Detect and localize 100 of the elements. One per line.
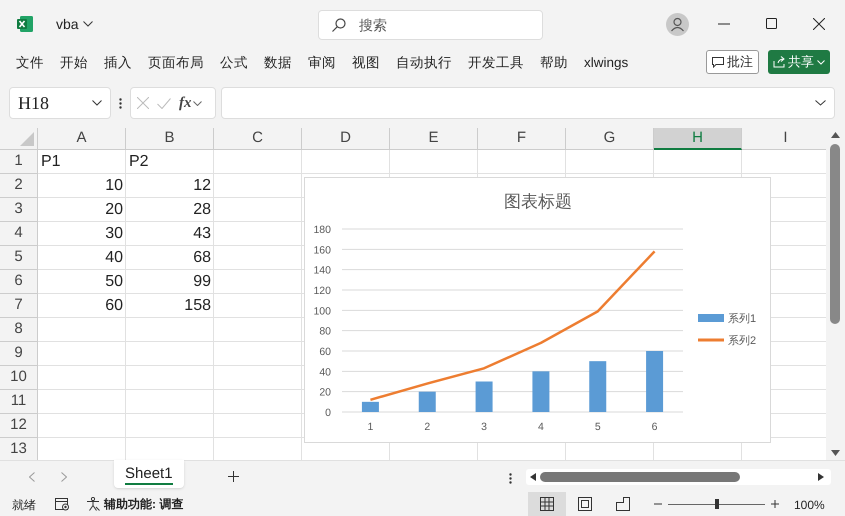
ribbon-tab[interactable]: 插入 xyxy=(96,49,140,77)
row-header[interactable]: 8 xyxy=(0,318,38,342)
axis-tick-label: 3 xyxy=(481,421,487,433)
vertical-scrollbar[interactable] xyxy=(826,128,845,460)
scrollbar-thumb[interactable] xyxy=(830,144,840,324)
column-header[interactable]: C xyxy=(214,128,302,150)
horizontal-scrollbar[interactable] xyxy=(526,469,831,485)
view-button[interactable] xyxy=(528,492,566,516)
accessibility-button[interactable]: 辅助功能: 调查 xyxy=(86,495,184,513)
axis-tick-label: 140 xyxy=(313,264,331,277)
more-options-icon[interactable] xyxy=(119,98,122,108)
chart-bar xyxy=(532,371,550,412)
spreadsheet-app-icon xyxy=(16,15,34,33)
zoom-level[interactable]: 100% xyxy=(794,496,825,514)
check-icon[interactable] xyxy=(157,98,171,108)
row-header[interactable]: 12 xyxy=(0,414,38,438)
chevron-left-icon[interactable] xyxy=(29,472,35,482)
comment-icon xyxy=(712,56,724,68)
workbook-title-menu[interactable]: vba xyxy=(56,14,93,34)
row-header[interactable]: 6 xyxy=(0,270,38,294)
ribbon-tab[interactable]: 开发工具 xyxy=(460,49,532,77)
more-options-icon[interactable] xyxy=(509,473,512,484)
axis-tick-label: 1 xyxy=(368,421,374,433)
chart-area[interactable]: 图表标题 0 20 40 60 80 100 120 140 160 180 1 2 3 4 5 6 系列1 系列2 xyxy=(304,177,771,443)
column-header[interactable]: B xyxy=(126,128,214,150)
axis-tick-label: 4 xyxy=(538,421,544,433)
ribbon-tab[interactable]: xlwings xyxy=(576,49,636,77)
zoom-in-icon[interactable] xyxy=(771,500,779,508)
ribbon-tab[interactable]: 帮助 xyxy=(532,49,576,77)
row-header[interactable]: 3 xyxy=(0,198,38,222)
close-icon[interactable] xyxy=(813,18,825,30)
scrollbar-thumb[interactable] xyxy=(540,472,740,482)
formula-input[interactable] xyxy=(221,87,835,119)
row-header[interactable]: 5 xyxy=(0,246,38,270)
chevron-right-icon[interactable] xyxy=(61,472,67,482)
ribbon-tab[interactable]: 数据 xyxy=(256,49,300,77)
axis-tick-label: 2 xyxy=(424,421,430,433)
sheet-tab[interactable]: Sheet1 xyxy=(114,460,184,488)
ribbon-tab[interactable]: 审阅 xyxy=(300,49,344,77)
chart-title: 图表标题 xyxy=(504,192,572,211)
ribbon-tab[interactable]: 视图 xyxy=(344,49,388,77)
row-header[interactable]: 13 xyxy=(0,438,38,460)
macro-record-icon[interactable] xyxy=(55,497,70,511)
table-cell-text: 20 xyxy=(105,200,123,220)
minimize-icon[interactable] xyxy=(718,23,730,25)
row-header[interactable]: 7 xyxy=(0,294,38,318)
axis-tick-label: 5 xyxy=(594,421,601,433)
scroll-up-icon[interactable] xyxy=(831,132,840,138)
search-field[interactable]: 搜索 xyxy=(318,10,543,40)
legend-label: 系列1 xyxy=(728,313,756,325)
maximize-icon[interactable] xyxy=(766,18,777,29)
axis-tick-label: 80 xyxy=(319,326,331,338)
ribbon-tab[interactable]: 开始 xyxy=(52,49,96,77)
row-header[interactable]: 11 xyxy=(0,390,38,414)
table-cell-text: 28 xyxy=(193,200,211,220)
column-header[interactable]: A xyxy=(38,128,126,150)
scroll-left-icon[interactable] xyxy=(530,473,536,481)
ribbon-tab[interactable]: 文件 xyxy=(8,49,52,77)
legend-label: 系列2 xyxy=(728,335,756,347)
chevron-down-icon xyxy=(192,100,202,106)
search-icon xyxy=(331,17,347,33)
row-header[interactable]: 4 xyxy=(0,222,38,246)
name-box[interactable]: H18 xyxy=(9,87,111,119)
add-sheet-icon[interactable] xyxy=(228,471,239,482)
chevron-down-icon xyxy=(82,21,93,27)
axis-tick-label: 40 xyxy=(319,366,331,378)
ribbon-tab[interactable]: 公式 xyxy=(212,49,256,77)
axis-tick-label: 120 xyxy=(313,285,331,297)
share-button[interactable]: 共享 xyxy=(768,50,830,74)
table-cell-text: 50 xyxy=(105,272,123,292)
accessibility-icon xyxy=(86,497,100,511)
comments-button[interactable]: 批注 xyxy=(706,50,759,74)
ribbon-tab[interactable]: 页面布局 xyxy=(140,49,212,77)
insert-function-button[interactable]: fx xyxy=(179,92,202,114)
slider-thumb[interactable] xyxy=(714,499,718,509)
table-cell-text: 68 xyxy=(193,248,211,268)
normal-view-icon xyxy=(540,497,554,511)
axis-tick-label: 180 xyxy=(313,224,331,236)
page-break-view-icon xyxy=(616,497,630,511)
scroll-down-icon[interactable] xyxy=(831,450,840,456)
table-cell-text: 60 xyxy=(105,296,123,316)
axis-tick-label: 0 xyxy=(325,407,331,419)
row-header[interactable]: 1 xyxy=(0,150,38,174)
column-header[interactable]: F xyxy=(478,128,566,150)
table-cell-text: P2 xyxy=(129,152,149,172)
column-header[interactable]: D xyxy=(302,128,390,150)
table-cell-text: 43 xyxy=(193,224,211,244)
row-header[interactable]: 9 xyxy=(0,342,38,366)
avatar-icon[interactable] xyxy=(666,13,689,36)
zoom-slider[interactable] xyxy=(668,499,765,509)
share-icon xyxy=(773,56,785,68)
axis-tick-label: 100 xyxy=(313,305,331,318)
row-header[interactable]: 10 xyxy=(0,366,38,390)
column-header[interactable]: E xyxy=(390,128,478,150)
axis-tick-label: 20 xyxy=(319,386,331,399)
scroll-right-icon[interactable] xyxy=(818,473,824,481)
ribbon-tab[interactable]: 自动执行 xyxy=(388,49,460,77)
row-header[interactable]: 2 xyxy=(0,174,38,198)
chevron-down-icon xyxy=(92,100,102,106)
table-cell-text: 10 xyxy=(105,176,123,196)
